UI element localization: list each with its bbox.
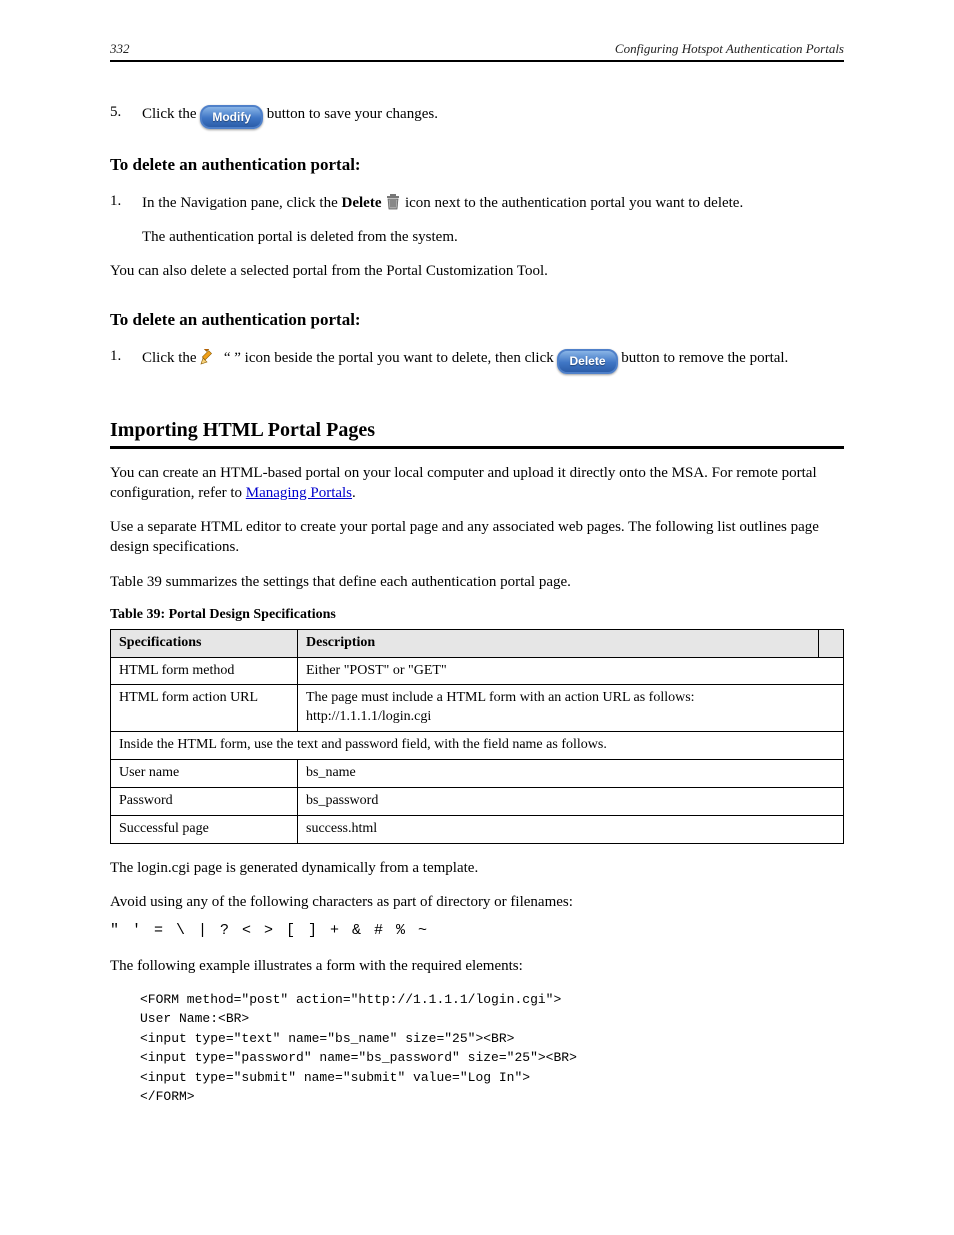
text-fragment: button to remove the portal. [621,350,788,366]
text-fragment: You can create an HTML-based portal on y… [110,465,817,501]
code-line: </FORM> [140,1087,844,1107]
delete-button[interactable]: Delete [557,349,617,373]
table-row: User name bs_name [111,760,844,788]
text-fragment: Click the [142,106,200,122]
table-row: Successful page success.html [111,815,844,843]
procedure1-step1: 1. In the Navigation pane, click the Del… [110,191,844,213]
managing-portals-link[interactable]: Managing Portals [246,485,352,501]
text-fragment: Click the [142,350,200,366]
design-paragraph: Use a separate HTML editor to create you… [110,517,844,558]
chars-block: Avoid using any of the following charact… [110,892,844,942]
desc-cell: success.html [298,815,844,843]
text-fragment: summarizes the settings that define each… [166,574,571,590]
text-fragment: Table 39 [110,574,162,590]
example-lead: The following example illustrates a form… [110,956,844,976]
page-header: 332 Configuring Hotspot Authentication P… [110,40,844,62]
procedure2-step1: 1. Click the “ ” icon beside the portal … [110,346,844,370]
table-row: Inside the HTML form, use the text and p… [111,732,844,760]
text-fragment: button to save your changes. [267,106,438,122]
alt-delete-line: You can also delete a selected portal fr… [110,261,844,281]
spec-cell: Password [111,788,298,816]
code-block: <FORM method="post" action="http://1.1.1… [140,990,844,1107]
table-row: HTML form method Either "POST" or "GET" [111,657,844,685]
desc-cell: The page must include a HTML form with a… [298,685,844,732]
table-title: Table 39: Portal Design Specifications [110,606,844,629]
code-line: <FORM method="post" action="http://1.1.1… [140,990,844,1010]
text-fragment: icon next to the authentication portal y… [405,195,743,211]
table-caption-sentence: Table 39 summarizes the settings that de… [110,572,844,592]
text-fragment: icon beside the portal you want to delet… [245,350,558,366]
spec-cell: Successful page [111,815,298,843]
header-page-number: 332 [110,40,130,58]
desc-cell: Either "POST" or "GET" [298,657,844,685]
result-line: The authentication portal is deleted fro… [142,227,844,247]
table-row: HTML form action URL The page must inclu… [111,685,844,732]
col-spec-header: Specifications [111,629,298,657]
spec-cell: User name [111,760,298,788]
intro-paragraph: You can create an HTML-based portal on y… [110,463,844,504]
col-desc-header: Description [298,629,819,657]
code-line: <input type="password" name="bs_password… [140,1048,844,1068]
trash-icon [385,198,405,214]
spec-cell: HTML form method [111,657,298,685]
col-note-header [819,629,844,657]
portal-spec-table: Table 39: Portal Design Specifications S… [110,606,844,844]
forbidden-characters: " ' = \ | ? < > [ ] + & # % ~ [110,922,429,939]
text-fragment: . [352,485,356,501]
span-row: Inside the HTML form, use the text and p… [111,732,844,760]
code-line: <input type="text" name="bs_name" size="… [140,1029,844,1049]
table-row: Password bs_password [111,788,844,816]
delete-label: Delete [342,195,382,211]
step-number: 5. [110,102,142,122]
step-text: Click the “ ” icon beside the portal you… [142,346,788,370]
section-title-importing: Importing HTML Portal Pages [110,417,844,449]
code-line: <input type="submit" name="submit" value… [140,1068,844,1088]
text-fragment: In the Navigation pane, click the [142,195,342,211]
cgi-note: The login.cgi page is generated dynamica… [110,858,844,878]
procedure-title-delete-1: To delete an authentication portal: [110,154,844,177]
procedure-title-delete-2: To delete an authentication portal: [110,309,844,332]
step-text: In the Navigation pane, click the Delete… [142,191,743,213]
desc-cell: bs_password [298,788,844,816]
step-number: 1. [110,346,142,366]
spec-cell: HTML form action URL [111,685,298,732]
text-fragment: The login.cgi page is generated dynamica… [110,860,478,876]
step-text: Click the Modify button to save your cha… [142,102,438,126]
modify-button[interactable]: Modify [200,105,263,129]
step-number: 1. [110,191,142,211]
pencil-icon [200,353,220,369]
step-5: 5. Click the Modify button to save your … [110,102,844,126]
code-line: User Name:<BR> [140,1009,844,1029]
chars-label: Avoid using any of the following charact… [110,892,844,912]
desc-cell: bs_name [298,760,844,788]
header-section-title: Configuring Hotspot Authentication Porta… [615,40,844,58]
